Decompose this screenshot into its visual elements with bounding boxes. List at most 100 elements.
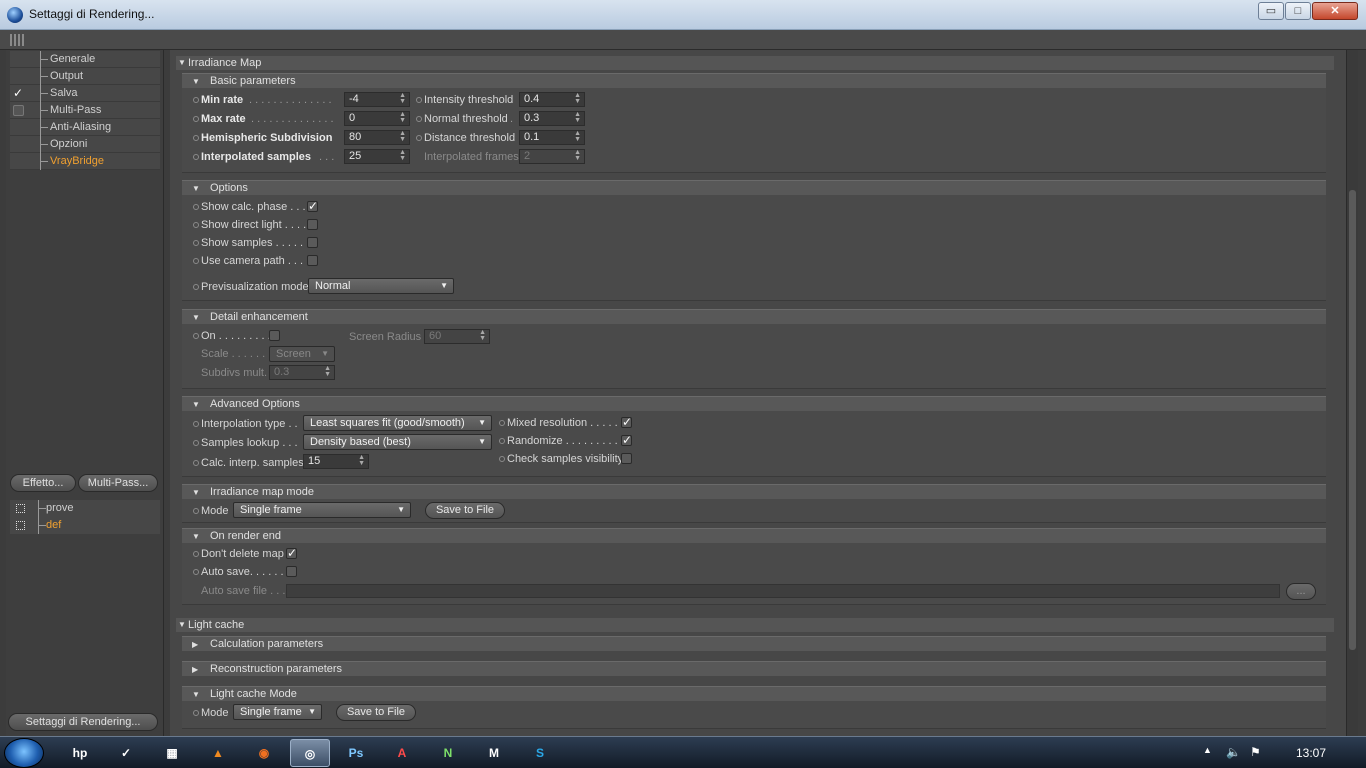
close-button[interactable]: ✕ — [1312, 2, 1358, 20]
auto-save-checkbox[interactable] — [286, 566, 297, 577]
nav-item-anti-aliasing[interactable]: Anti-Aliasing — [10, 119, 160, 136]
nav-item-multi-pass[interactable]: Multi-Pass — [10, 102, 160, 119]
subsection-irradiance-map-mode[interactable]: ▼ Irradiance map mode — [182, 484, 1326, 499]
animate-dot-icon[interactable] — [193, 154, 199, 160]
taskbar-hp-icon[interactable]: hp — [60, 739, 100, 767]
check-samples-visibility-checkbox[interactable] — [621, 453, 632, 464]
mixed-resolution-checkbox[interactable]: ✓ — [621, 416, 632, 428]
effetto-button[interactable]: Effetto... — [10, 474, 76, 492]
taskbar-acrobat-icon[interactable]: A — [382, 739, 422, 767]
samples-lookup-dropdown[interactable]: Density based (best) ▼ — [303, 434, 492, 450]
randomize-checkbox[interactable]: ✓ — [621, 434, 632, 446]
taskbar-vlc-icon[interactable]: ▲ — [198, 739, 238, 767]
irradiance-mode-dropdown[interactable]: Single frame ▼ — [233, 502, 411, 518]
show-samples-checkbox[interactable] — [307, 237, 318, 248]
distance-threshold-input[interactable]: 0.1 ▲ ▼ — [519, 130, 585, 145]
nav-item-vraybridge[interactable]: VrayBridge — [10, 153, 160, 170]
spinner-icon[interactable]: ▲ ▼ — [399, 149, 406, 162]
subsection-detail-enhancement[interactable]: ▼ Detail enhancement — [182, 309, 1326, 324]
taskbar-photoshop-icon[interactable]: Ps — [336, 739, 376, 767]
taskbar-firefox-icon[interactable]: ◉ — [244, 739, 284, 767]
animate-dot-icon[interactable] — [193, 284, 199, 290]
nav-item-output[interactable]: Output — [10, 68, 160, 85]
spinner-icon[interactable]: ▲ ▼ — [358, 454, 365, 467]
flag-icon[interactable]: ⚑ — [1250, 745, 1261, 759]
spinner-icon[interactable]: ▲ ▼ — [574, 111, 581, 124]
subsection-reconstruction-parameters[interactable]: ▶ Reconstruction parameters — [182, 661, 1326, 676]
animate-dot-icon[interactable] — [193, 135, 199, 141]
animate-dot-icon[interactable] — [193, 258, 199, 264]
subsection-light-cache-mode[interactable]: ▼ Light cache Mode — [182, 686, 1326, 701]
spinner-icon[interactable]: ▲ ▼ — [399, 111, 406, 124]
spinner-icon[interactable]: ▲ ▼ — [399, 92, 406, 105]
animate-dot-icon[interactable] — [193, 508, 199, 514]
intensity-threshold-input[interactable]: 0.4 ▲ ▼ — [519, 92, 585, 107]
spinner-icon[interactable]: ▲ ▼ — [574, 92, 581, 105]
volume-icon[interactable]: 🔈 — [1226, 745, 1241, 759]
light-cache-save-to-file-button[interactable]: Save to File — [336, 704, 416, 721]
animate-dot-icon[interactable] — [499, 456, 505, 462]
animate-dot-icon[interactable] — [499, 438, 505, 444]
checkbox[interactable] — [13, 105, 24, 116]
animate-dot-icon[interactable] — [193, 710, 199, 716]
grip-icon[interactable] — [10, 34, 24, 46]
render-setting-prove[interactable]: prove — [10, 500, 160, 517]
animate-dot-icon[interactable] — [193, 240, 199, 246]
subsection-advanced-options[interactable]: ▼ Advanced Options — [182, 396, 1326, 411]
animate-dot-icon[interactable] — [193, 97, 199, 103]
taskbar-cinema4d-icon[interactable]: ◎ — [290, 739, 330, 767]
animate-dot-icon[interactable] — [193, 116, 199, 122]
interpolation-type-dropdown[interactable]: Least squares fit (good/smooth) ▼ — [303, 415, 492, 431]
subsection-options[interactable]: ▼ Options — [182, 180, 1326, 195]
nav-item-opzioni[interactable]: Opzioni — [10, 136, 160, 153]
animate-dot-icon[interactable] — [193, 460, 199, 466]
animate-dot-icon[interactable] — [193, 569, 199, 575]
previsualization-mode-dropdown[interactable]: Normal ▼ — [308, 278, 454, 294]
nav-item-generale[interactable]: Generale — [10, 51, 160, 68]
dont-delete-map-checkbox[interactable]: ✓ — [286, 547, 297, 559]
section-light-cache[interactable]: ▼ Light cache — [176, 618, 1334, 632]
scrollbar-thumb[interactable] — [1349, 190, 1356, 650]
animate-dot-icon[interactable] — [193, 222, 199, 228]
show-calc-phase-checkbox[interactable]: ✓ — [307, 200, 318, 212]
animate-dot-icon[interactable] — [416, 116, 422, 122]
maximize-button[interactable]: □ — [1285, 2, 1311, 20]
clock[interactable]: 13:07 — [1296, 746, 1326, 760]
taskbar-skype-icon[interactable]: S — [520, 739, 560, 767]
animate-dot-icon[interactable] — [193, 421, 199, 427]
light-cache-mode-dropdown[interactable]: Single frame ▼ — [233, 704, 322, 720]
subsection-on-render-end[interactable]: ▼ On render end — [182, 528, 1326, 543]
render-setting-def[interactable]: def — [10, 517, 160, 534]
taskbar-m-icon[interactable]: M — [474, 739, 514, 767]
animate-dot-icon[interactable] — [193, 551, 199, 557]
max-rate-input[interactable]: 0 ▲ ▼ — [344, 111, 410, 126]
subsection-calculation-parameters[interactable]: ▶ Calculation parameters — [182, 636, 1326, 651]
nav-item-salva[interactable]: ✓ Salva — [10, 85, 160, 102]
animate-dot-icon[interactable] — [416, 97, 422, 103]
render-settings-button[interactable]: Settaggi di Rendering... — [8, 713, 158, 731]
irradiance-save-to-file-button[interactable]: Save to File — [425, 502, 505, 519]
interpolated-samples-input[interactable]: 25 ▲ ▼ — [344, 149, 410, 164]
tray-expand-icon[interactable]: ▲ — [1203, 745, 1212, 755]
detail-on-checkbox[interactable] — [269, 330, 280, 341]
normal-threshold-input[interactable]: 0.3 ▲ ▼ — [519, 111, 585, 126]
taskbar-notepad-icon[interactable]: N — [428, 739, 468, 767]
hemispheric-subdivision-input[interactable]: 80 ▲ ▼ — [344, 130, 410, 145]
subsection-basic-parameters[interactable]: ▼ Basic parameters — [182, 73, 1326, 88]
taskbar-explorer-icon[interactable]: ▦ — [152, 739, 192, 767]
show-direct-light-checkbox[interactable] — [307, 219, 318, 230]
animate-dot-icon[interactable] — [193, 440, 199, 446]
use-camera-path-checkbox[interactable] — [307, 255, 318, 266]
check-icon[interactable]: ✓ — [13, 87, 24, 99]
animate-dot-icon[interactable] — [193, 204, 199, 210]
calc-interp-samples-input[interactable]: 15 ▲ ▼ — [303, 454, 369, 469]
vertical-scrollbar[interactable] — [1346, 50, 1358, 736]
animate-dot-icon[interactable] — [193, 333, 199, 339]
spinner-icon[interactable]: ▲ ▼ — [574, 130, 581, 143]
multi-pass-button[interactable]: Multi-Pass... — [78, 474, 158, 492]
spinner-icon[interactable]: ▲ ▼ — [399, 130, 406, 143]
taskbar-tasks-icon[interactable]: ✓ — [106, 739, 146, 767]
start-button[interactable] — [4, 738, 44, 768]
min-rate-input[interactable]: -4 ▲ ▼ — [344, 92, 410, 107]
animate-dot-icon[interactable] — [499, 420, 505, 426]
